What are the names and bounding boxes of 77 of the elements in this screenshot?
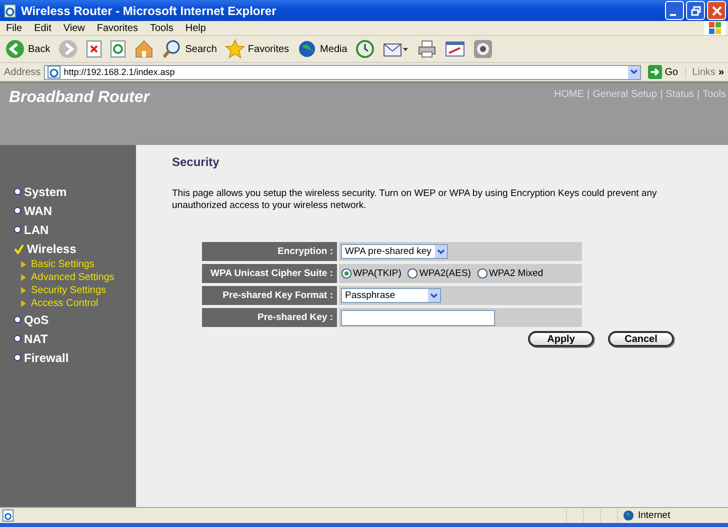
- submenu-item[interactable]: Basic Settings: [0, 258, 136, 271]
- browser-icon: [3, 4, 17, 18]
- go-button[interactable]: Go: [644, 65, 682, 79]
- stop-button[interactable]: [85, 38, 104, 60]
- sidebar-item[interactable]: WAN: [0, 201, 136, 220]
- sidebar-item[interactable]: Wireless: [0, 239, 136, 258]
- messenger-icon: [473, 39, 494, 59]
- search-button[interactable]: Search: [161, 38, 218, 60]
- form-button[interactable]: Apply: [528, 331, 594, 347]
- close-button[interactable]: [707, 1, 726, 20]
- more-links-button[interactable]: »: [718, 66, 724, 78]
- back-button[interactable]: Back: [4, 38, 52, 60]
- sidebar-item[interactable]: NAT: [0, 329, 136, 348]
- history-button[interactable]: [354, 38, 376, 60]
- dropdown[interactable]: WPA pre-shared key: [341, 244, 448, 259]
- restore-icon: [690, 6, 700, 16]
- sidebar-item[interactable]: QoS: [0, 310, 136, 329]
- minimize-icon: [670, 14, 676, 16]
- arrow-icon: [648, 65, 662, 79]
- nav-separator: |: [586, 89, 590, 100]
- print-button[interactable]: [416, 38, 438, 60]
- globe-icon: [623, 510, 634, 521]
- menu-item[interactable]: Tools: [150, 22, 174, 34]
- radio-button[interactable]: [476, 268, 488, 279]
- home-button[interactable]: [133, 38, 156, 60]
- search-icon: [162, 39, 182, 59]
- messenger-button[interactable]: [472, 38, 494, 60]
- address-field[interactable]: http://192.168.2.1/index.asp: [44, 64, 641, 80]
- field-label: Encryption :: [202, 242, 337, 261]
- sidebar-item[interactable]: Firewall: [0, 348, 136, 367]
- favorites-button[interactable]: Favorites: [224, 38, 290, 60]
- radio-button[interactable]: [341, 268, 352, 279]
- page-title: Security: [172, 155, 220, 169]
- field-label: WPA Unicast Cipher Suite :: [202, 264, 337, 283]
- printer-icon: [417, 39, 438, 59]
- radio-option[interactable]: WPA(TKIP): [341, 268, 402, 279]
- submenu-item[interactable]: Advanced Settings: [0, 271, 136, 284]
- links-button[interactable]: Links: [685, 66, 716, 78]
- home-icon: [134, 39, 154, 59]
- clock-icon: [355, 39, 376, 59]
- sidebar-item[interactable]: System: [0, 182, 136, 201]
- globe-icon: [297, 39, 318, 59]
- menu-item[interactable]: File: [6, 22, 22, 34]
- edit-icon: [445, 39, 466, 59]
- page-icon: [2, 509, 15, 522]
- radio-option[interactable]: WPA2(AES): [407, 268, 471, 279]
- nav-separator: |: [660, 89, 663, 100]
- address-label: Address: [4, 66, 41, 78]
- form-button[interactable]: Cancel: [608, 331, 674, 347]
- menu-item[interactable]: Favorites: [96, 22, 138, 34]
- close-icon: [712, 6, 722, 16]
- sidebar-item[interactable]: LAN: [0, 220, 136, 239]
- page-description: This page allows you setup the wireless security. Turn on WEP or WPA by using Encryption Keys could prevent any unauthorized access to your wireless network.: [172, 188, 658, 212]
- window-title: Wireless Router - Microsoft Internet Explorer: [21, 4, 276, 18]
- refresh-icon: [110, 40, 126, 58]
- security-zone: Internet: [638, 510, 670, 521]
- dropdown[interactable]: Passphrase: [341, 288, 441, 303]
- restore-button[interactable]: [686, 1, 705, 20]
- field-label: Pre-shared Key Format :: [202, 286, 337, 305]
- stop-icon: [86, 40, 102, 58]
- submenu-item[interactable]: Access Control: [0, 297, 136, 310]
- submenu-item[interactable]: Security Settings: [0, 284, 136, 297]
- menu-item[interactable]: Edit: [34, 22, 52, 34]
- menu-item[interactable]: View: [63, 22, 85, 34]
- page-icon: [46, 65, 61, 79]
- windows-logo-icon: [704, 21, 726, 35]
- radio-button[interactable]: [407, 268, 418, 279]
- menu-item[interactable]: Help: [185, 22, 206, 34]
- star-icon: [224, 39, 245, 59]
- field-label: Pre-shared Key :: [202, 308, 337, 327]
- refresh-button[interactable]: [109, 38, 128, 60]
- input-field[interactable]: [341, 310, 495, 326]
- brand-title: Broadband Router: [9, 89, 150, 107]
- radio-option[interactable]: WPA2 Mixed: [476, 268, 544, 279]
- minimize-button[interactable]: [665, 1, 684, 20]
- media-button[interactable]: Media: [296, 38, 348, 60]
- nav-separator: |: [697, 89, 700, 100]
